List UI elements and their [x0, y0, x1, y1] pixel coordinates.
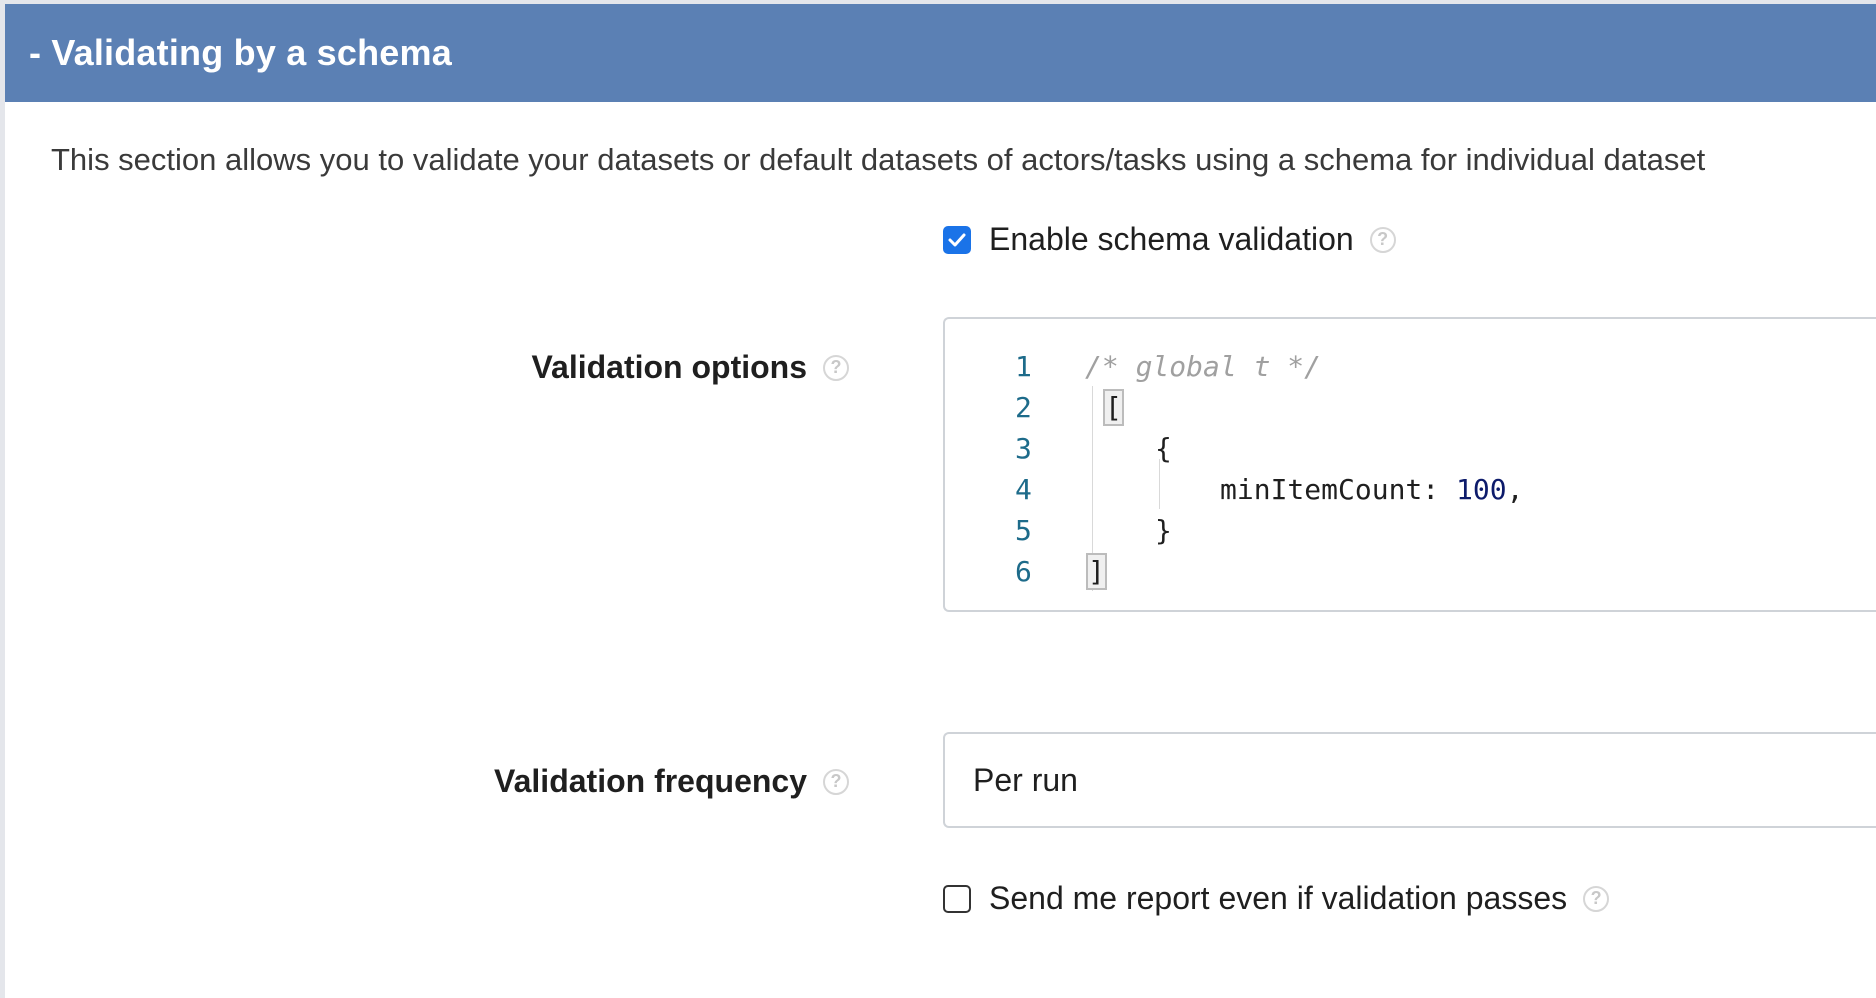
send-report-row: Send me report even if validation passes… — [943, 880, 1610, 917]
section-description: This section allows you to validate your… — [51, 142, 1706, 177]
code-text: } — [1155, 514, 1172, 547]
question-circle-icon[interactable]: ? — [823, 768, 849, 795]
validation-options-code-editor[interactable]: 1 /* global t */ 2 [ 3 { 4 minItemCount:… — [943, 317, 1876, 612]
section-title[interactable]: - Validating by a schema — [29, 32, 452, 74]
code-line: 4 minItemCount: 100, — [945, 469, 1876, 510]
enable-schema-validation-row: Enable schema validation ? — [943, 221, 1396, 258]
code-key: minItemCount: — [1220, 473, 1457, 506]
line-number: 1 — [1015, 350, 1032, 383]
line-number: 4 — [1015, 473, 1032, 506]
line-number: 5 — [1015, 514, 1032, 547]
code-text: /* global t */ — [1085, 350, 1322, 383]
question-circle-icon[interactable]: ? — [1583, 885, 1610, 912]
checkmark-icon — [948, 233, 966, 246]
line-number: 3 — [1015, 432, 1032, 465]
line-number: 2 — [1015, 391, 1032, 424]
code-punct: , — [1506, 473, 1524, 506]
code-text: { — [1155, 432, 1172, 465]
code-text: [ — [1103, 389, 1124, 426]
send-report-checkbox[interactable] — [943, 884, 971, 913]
code-line: 6 ] — [945, 551, 1876, 592]
code-line: 1 /* global t */ — [945, 346, 1876, 387]
send-report-label[interactable]: Send me report even if validation passes — [989, 880, 1567, 917]
code-line: 3 { — [945, 428, 1876, 469]
code-line: 5 } — [945, 510, 1876, 551]
validation-frequency-label: Validation frequency ? — [494, 763, 849, 800]
enable-schema-validation-label[interactable]: Enable schema validation — [989, 221, 1354, 258]
validation-frequency-label-text: Validation frequency — [494, 763, 807, 799]
validation-options-label: Validation options ? — [531, 349, 849, 386]
code-number: 100 — [1456, 473, 1507, 506]
question-circle-icon[interactable]: ? — [823, 354, 849, 381]
validation-frequency-select[interactable]: Per run — [943, 732, 1876, 828]
enable-schema-validation-checkbox[interactable] — [943, 225, 971, 254]
validation-options-label-text: Validation options — [531, 349, 807, 385]
code-line: 2 [ — [945, 387, 1876, 428]
line-number: 6 — [1015, 555, 1032, 588]
validation-frequency-value: Per run — [973, 761, 1078, 798]
question-circle-icon[interactable]: ? — [1369, 226, 1396, 253]
section-header[interactable]: - Validating by a schema — [5, 4, 1876, 102]
code-text: ] — [1086, 553, 1107, 590]
